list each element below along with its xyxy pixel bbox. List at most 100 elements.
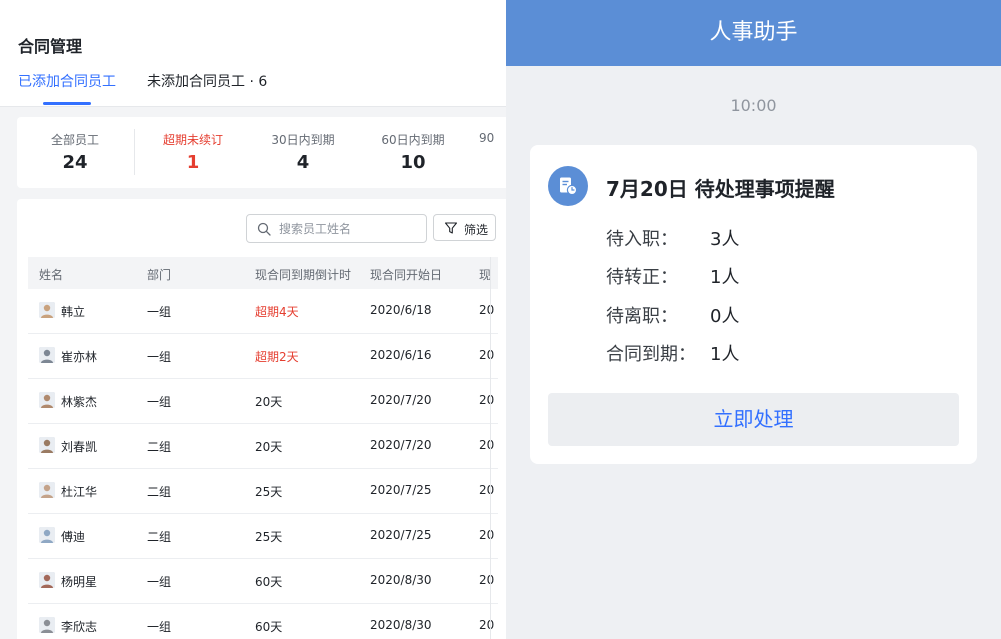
table-row[interactable]: 李欣志 一组 60天 2020/8/30 20: [28, 604, 498, 639]
page-header: 合同管理 已添加合同员工 未添加合同员工 · 6: [0, 0, 506, 107]
contract-start-date: 2020/7/25: [370, 483, 432, 497]
employee-list-card: 筛选 姓名 部门 现合同到期倒计时 现合同开始日 现 韩立一组超期4天2020/…: [17, 199, 506, 639]
employee-department: 一组: [147, 395, 172, 409]
stat-value: 24: [62, 152, 88, 173]
column-separator: [490, 257, 491, 639]
truncated-cell: 20: [479, 528, 495, 542]
employee-department: 二组: [147, 530, 172, 544]
table-header: 姓名 部门 现合同到期倒计时 现合同开始日 现: [28, 257, 498, 289]
truncated-cell: 20: [479, 303, 495, 317]
contract-management-panel: 合同管理 已添加合同员工 未添加合同员工 · 6 全部员工 24 超期未续订 1…: [0, 0, 506, 639]
avatar: [39, 347, 55, 363]
contract-start-date: 2020/7/25: [370, 528, 432, 542]
employee-name[interactable]: 杨明星: [61, 573, 97, 590]
contract-countdown: 60天: [255, 575, 283, 589]
employee-department: 二组: [147, 485, 172, 499]
item-value: 1人: [710, 267, 740, 288]
contract-countdown: 60天: [255, 620, 283, 634]
search-icon: [257, 222, 271, 236]
truncated-cell: 20: [479, 438, 495, 452]
truncated-cell: 20: [479, 348, 495, 362]
item-label: 待入职：: [606, 229, 678, 250]
stats-summary: 全部员工 24 超期未续订 1 30日内到期 4 60日内到期 10 90: [17, 117, 506, 188]
process-now-button[interactable]: 立即处理: [548, 393, 959, 446]
table-row[interactable]: 杜江华 二组 25天 2020/7/25 20: [28, 469, 498, 514]
search-box[interactable]: [246, 214, 427, 243]
employee-name[interactable]: 林紫杰: [61, 393, 97, 410]
avatar: [39, 572, 55, 588]
employee-name[interactable]: 杜江华: [61, 483, 97, 500]
filter-icon: [444, 222, 458, 234]
avatar: [39, 617, 55, 633]
hr-assistant-panel: 人事助手 10:00 7月20日 待处理事项提醒 待入职： 3人 待转正： 1人: [506, 0, 1001, 639]
app-root: 合同管理 已添加合同员工 未添加合同员工 · 6 全部员工 24 超期未续订 1…: [0, 0, 1001, 639]
employee-department: 一组: [147, 305, 172, 319]
tab-unadded-employees[interactable]: 未添加合同员工 · 6: [147, 71, 267, 91]
employee-department: 一组: [147, 575, 172, 589]
avatar: [39, 437, 55, 453]
assistant-header-title: 人事助手: [506, 0, 1001, 66]
table-row[interactable]: 杨明星 一组 60天 2020/8/30 20: [28, 559, 498, 604]
item-value: 0人: [710, 306, 740, 327]
stat-value: 1: [186, 152, 200, 173]
employee-name[interactable]: 韩立: [61, 303, 85, 320]
contract-start-date: 2020/6/18: [370, 303, 432, 317]
search-input[interactable]: [277, 217, 425, 241]
table-row[interactable]: 韩立 一组 超期4天 2020/6/18 20: [28, 289, 498, 334]
message-timestamp: 10:00: [730, 96, 777, 115]
active-tab-indicator: [43, 102, 91, 105]
contract-countdown: 超期4天: [255, 305, 299, 319]
truncated-cell: 20: [479, 618, 495, 632]
contract-expiring: 合同到期： 1人: [606, 340, 739, 366]
pending-onboarding: 待入职： 3人: [606, 225, 739, 251]
item-label: 待转正：: [606, 267, 678, 288]
reminder-title: 7月20日 待处理事项提醒: [606, 177, 835, 201]
employee-name[interactable]: 傅迪: [61, 528, 85, 545]
stat-label: 30日内到期: [271, 133, 335, 147]
stat-expiring-60-days[interactable]: 60日内到期 10: [355, 117, 471, 188]
table-row[interactable]: 傅迪 二组 25天 2020/7/25 20: [28, 514, 498, 559]
employee-name[interactable]: 刘春凯: [61, 438, 97, 455]
contract-countdown: 超期2天: [255, 350, 299, 364]
contract-countdown: 20天: [255, 440, 283, 454]
contract-start-date: 2020/7/20: [370, 438, 432, 452]
stat-overdue-unrenewed[interactable]: 超期未续订 1: [135, 117, 251, 188]
stat-expiring-30-days[interactable]: 30日内到期 4: [245, 117, 361, 188]
pending-regularization: 待转正： 1人: [606, 263, 739, 289]
stat-expiring-90-days[interactable]: 90: [479, 117, 506, 188]
table-row[interactable]: 刘春凯 二组 20天 2020/7/20 20: [28, 424, 498, 469]
filter-label: 筛选: [464, 223, 489, 237]
tab-added-employees[interactable]: 已添加合同员工: [18, 71, 116, 91]
contract-start-date: 2020/8/30: [370, 573, 432, 587]
employee-name[interactable]: 崔亦林: [61, 348, 97, 365]
employee-department: 一组: [147, 350, 172, 364]
table-row[interactable]: 林紫杰 一组 20天 2020/7/20 20: [28, 379, 498, 424]
filter-button[interactable]: 筛选: [433, 214, 496, 241]
truncated-cell: 20: [479, 393, 495, 407]
column-header-start-date[interactable]: 现合同开始日: [370, 266, 442, 283]
table-row[interactable]: 崔亦林 一组 超期2天 2020/6/16 20: [28, 334, 498, 379]
avatar: [39, 392, 55, 408]
truncated-cell: 20: [479, 573, 495, 587]
stat-label: 90: [479, 131, 495, 145]
column-header-name[interactable]: 姓名: [39, 266, 63, 283]
column-header-department[interactable]: 部门: [147, 266, 171, 283]
table-body: 韩立 一组 超期4天 2020/6/18 20 崔亦林 一组 超期2天 2020/6/16 20 林…: [28, 289, 498, 639]
item-label: 待离职：: [606, 306, 678, 327]
contract-start-date: 2020/7/20: [370, 393, 432, 407]
stat-value: 10: [400, 152, 426, 173]
column-header-countdown[interactable]: 现合同到期倒计时: [255, 266, 351, 283]
contract-start-date: 2020/8/30: [370, 618, 432, 632]
page-title: 合同管理: [18, 37, 83, 56]
pending-resignation: 待离职： 0人: [606, 302, 739, 328]
document-clock-icon: [548, 166, 588, 206]
stat-label: 60日内到期: [381, 133, 445, 147]
contract-countdown: 25天: [255, 530, 283, 544]
stat-all-employees[interactable]: 全部员工 24: [17, 117, 133, 188]
employee-name[interactable]: 李欣志: [61, 618, 97, 635]
item-label: 合同到期：: [606, 344, 696, 365]
item-value: 3人: [710, 229, 740, 250]
truncated-cell: 20: [479, 483, 495, 497]
avatar: [39, 302, 55, 318]
stat-label: 全部员工: [50, 133, 99, 147]
